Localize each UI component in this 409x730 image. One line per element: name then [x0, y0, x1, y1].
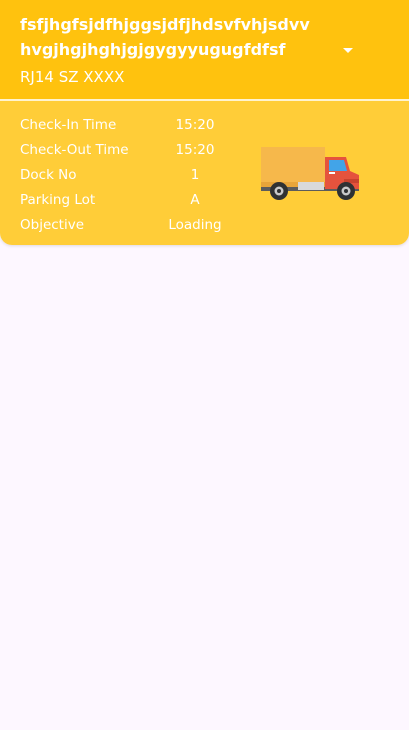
vehicle-plate: RJ14 SZ XXXX	[20, 68, 125, 86]
row-value: 15:20	[175, 117, 215, 133]
row-value: A	[190, 192, 200, 208]
caret-down-icon[interactable]	[338, 40, 358, 60]
row-label: Parking Lot	[20, 192, 96, 208]
vehicle-card[interactable]: fsfjhgfsjdfhjggsjdfjhdsvfvhjsdvv hvgjhgj…	[0, 0, 409, 245]
row-check-in-time: Check-In Time 15:20	[0, 113, 260, 138]
row-dock-no: Dock No 1	[0, 163, 260, 188]
row-objective: Objective Loading	[0, 213, 260, 238]
row-label: Dock No	[20, 167, 77, 183]
row-value: 1	[190, 167, 200, 183]
vehicle-title: fsfjhgfsjdfhjggsjdfjhdsvfvhjsdvv hvgjhgj…	[20, 15, 310, 59]
row-label: Check-In Time	[20, 117, 117, 133]
truck-icon	[258, 140, 362, 208]
row-value: 15:20	[175, 142, 215, 158]
row-value: Loading	[168, 217, 222, 233]
row-label: Check-Out Time	[20, 142, 129, 158]
row-check-out-time: Check-Out Time 15:20	[0, 138, 260, 163]
card-header: fsfjhgfsjdfhjggsjdfjhdsvfvhjsdvv hvgjhgj…	[0, 0, 409, 99]
row-label: Objective	[20, 217, 85, 233]
row-parking-lot: Parking Lot A	[0, 188, 260, 213]
